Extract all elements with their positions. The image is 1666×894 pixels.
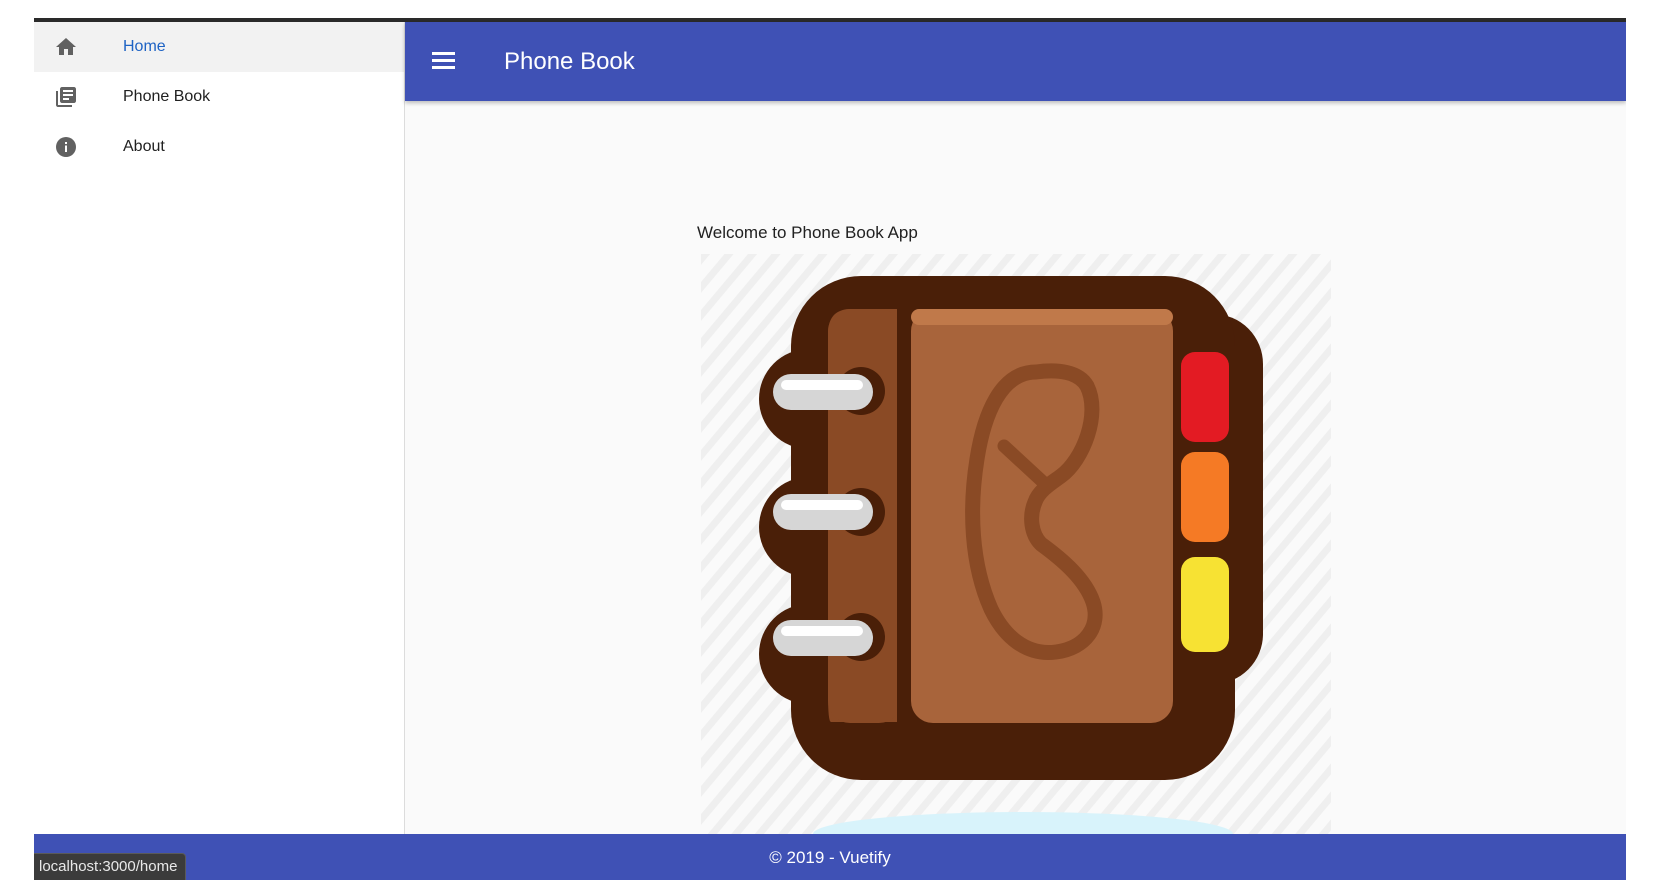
sidebar-item-home[interactable]: Home <box>34 22 404 72</box>
sidebar-item-label: Phone Book <box>123 88 211 105</box>
sidebar-item-label: About <box>123 138 165 155</box>
phone-book-illustration <box>701 254 1331 834</box>
welcome-text: Welcome to Phone Book App <box>697 223 918 242</box>
app-window: Home Phone Book About Phone Book Welcome… <box>34 18 1626 880</box>
footer: © 2019 - Vuetify <box>34 834 1626 880</box>
sidebar-item-about[interactable]: About <box>34 122 404 172</box>
status-bar-url: localhost:3000/home <box>34 853 187 880</box>
app-toolbar: Phone Book <box>405 22 1626 101</box>
sidebar-item-phone-book[interactable]: Phone Book <box>34 72 404 122</box>
home-icon <box>56 38 76 55</box>
library-books-icon <box>56 87 76 107</box>
info-icon <box>56 137 76 157</box>
toolbar-title: Phone Book <box>504 48 635 75</box>
navigation-drawer: Home Phone Book About <box>34 22 405 834</box>
menu-icon[interactable] <box>431 49 457 73</box>
footer-copyright: © 2019 - Vuetify <box>769 848 891 867</box>
sidebar-item-label: Home <box>123 38 166 55</box>
